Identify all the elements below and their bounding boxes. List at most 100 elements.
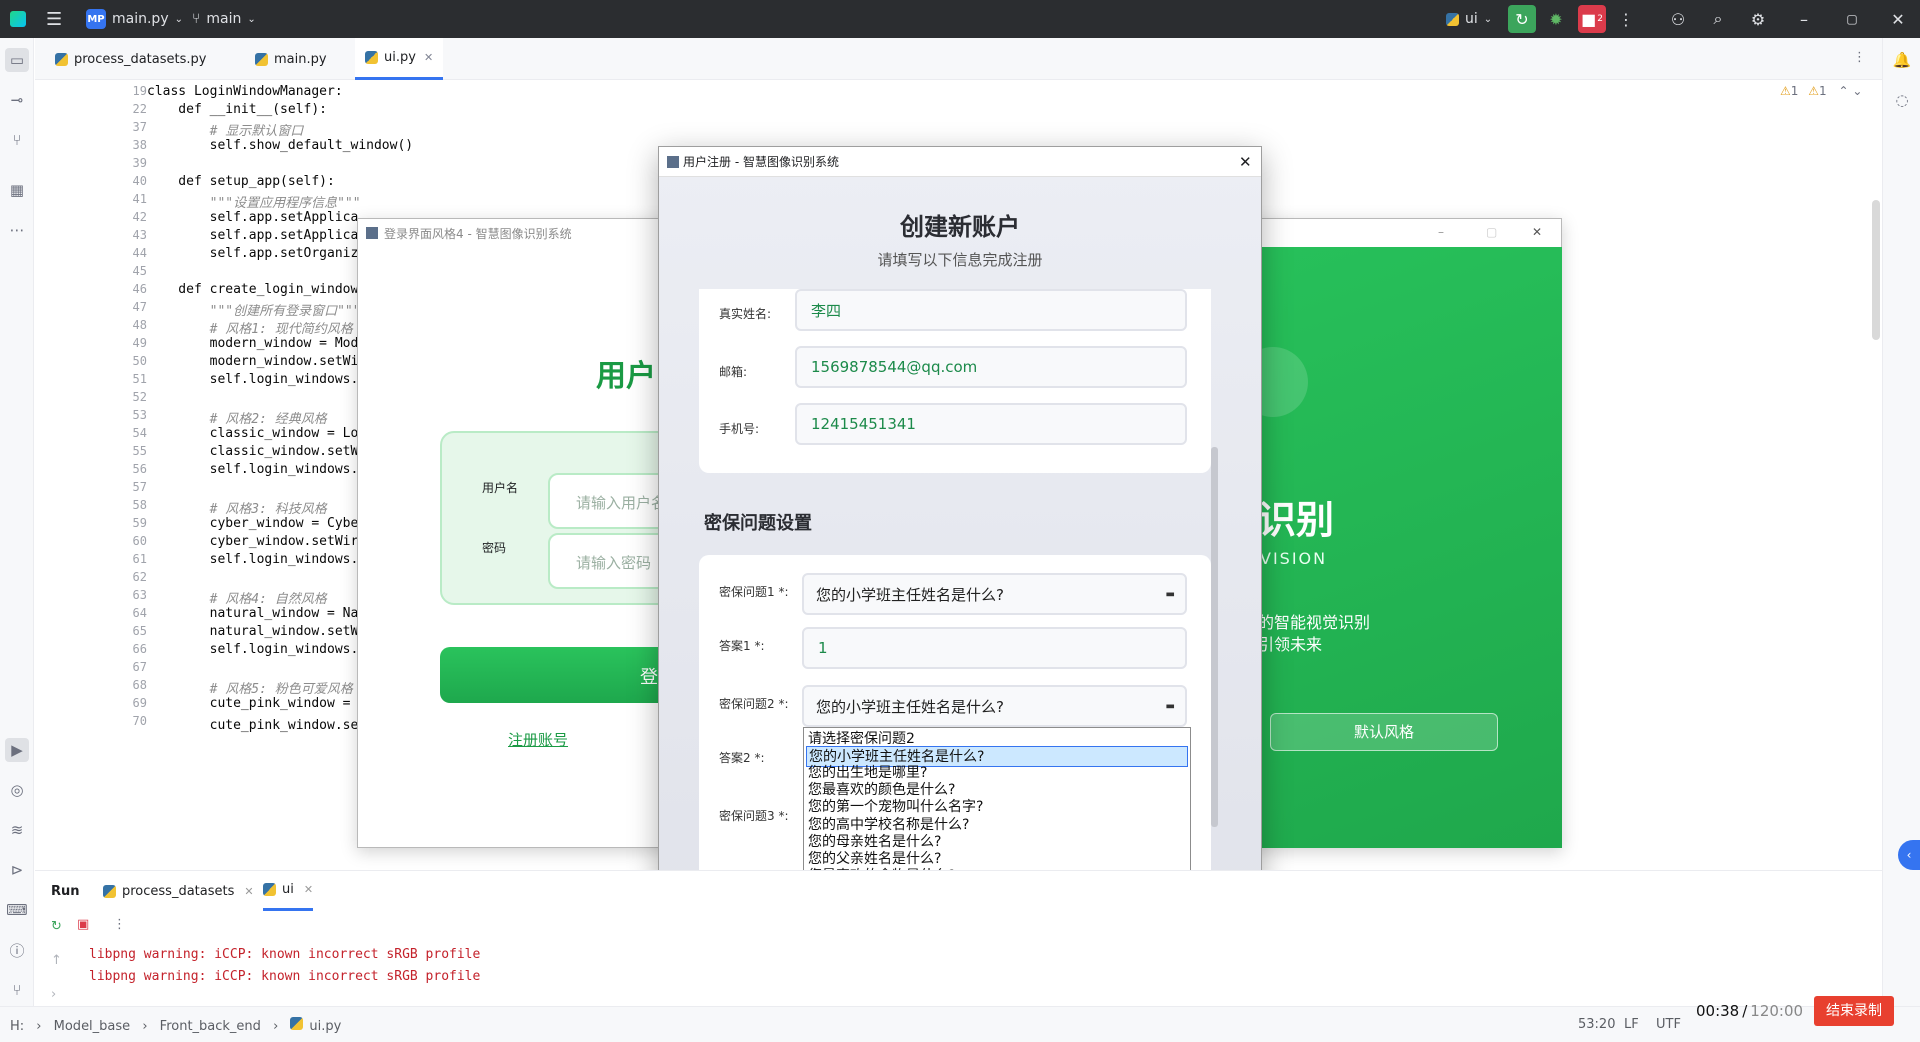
notifications-icon[interactable]: 🔔: [1890, 48, 1914, 72]
line-separator[interactable]: LF: [1624, 1017, 1639, 1032]
line-number: 40: [132, 174, 147, 188]
q2-select[interactable]: 您的小学班主任姓名是什么? ▬: [802, 685, 1187, 727]
maximize-icon[interactable]: ▢: [1486, 225, 1497, 239]
services-icon[interactable]: ⊳: [5, 858, 29, 882]
python-file-icon: [365, 51, 378, 64]
line-number: 67: [132, 660, 147, 674]
code-line: cyber_window.setWir: [147, 534, 359, 549]
close-icon[interactable]: ✕: [1532, 225, 1542, 239]
line-number: 19: [132, 84, 147, 98]
tab-process-datasets[interactable]: process_datasets.py: [45, 38, 216, 80]
register-link[interactable]: 注册账号: [508, 729, 568, 750]
a1-label: 答案1 *:: [719, 639, 765, 653]
rerun-icon[interactable]: ↻: [51, 919, 62, 934]
breadcrumb-file[interactable]: ui.py: [309, 1019, 341, 1034]
username-label: 用户名: [482, 481, 519, 495]
default-style-button[interactable]: 默认风格: [1270, 713, 1498, 751]
recording-timer: 00:38 / 120:00: [1696, 998, 1803, 1024]
left-tool-strip: ▭ ⊸ ⑂ ▦ ⋯ ▶ ◎ ≋ ⊳ ⌨ ⓘ ⑂: [0, 38, 34, 1006]
code-line: self.login_windows.: [147, 642, 359, 657]
password-label: 密码: [482, 541, 507, 555]
q1-label: 密保问题1 *:: [719, 585, 789, 599]
more-icon[interactable]: ⋮: [1612, 5, 1640, 33]
run-tab-process-datasets[interactable]: process_datasets ✕: [103, 871, 254, 911]
stop-icon[interactable]: ■ 2: [1578, 5, 1606, 33]
git-icon[interactable]: ⑂: [5, 978, 29, 1002]
terminal-icon[interactable]: ⌨: [5, 898, 29, 922]
editor-scrollbar[interactable]: [1872, 200, 1880, 340]
email-input[interactable]: 1569878544@qq.com: [795, 346, 1187, 388]
close-tab-icon[interactable]: ✕: [244, 885, 253, 898]
python-console-icon[interactable]: ◎: [5, 778, 29, 802]
rerun-icon[interactable]: ↻: [1508, 5, 1536, 33]
python-file-icon: [290, 1017, 304, 1030]
more-tools-icon[interactable]: ⋯: [5, 218, 29, 242]
stop-icon[interactable]: ▣: [77, 917, 89, 932]
code-line: self.login_windows.: [147, 372, 359, 387]
code-line: self.show_default_window(): [147, 138, 414, 153]
settings-icon[interactable]: ⚙: [1744, 5, 1772, 33]
ai-assistant-icon[interactable]: ◌: [1890, 88, 1914, 112]
line-number: 49: [132, 336, 147, 350]
hamburger-menu-icon[interactable]: ☰: [46, 0, 62, 38]
dialog-scrollbar[interactable]: [1211, 447, 1218, 827]
minimize-icon[interactable]: –: [1438, 225, 1444, 239]
phone-input[interactable]: 12415451341: [795, 403, 1187, 445]
debug-icon[interactable]: ✹: [1542, 5, 1570, 33]
tab-ui[interactable]: ui.py ✕: [355, 38, 444, 80]
line-gutter: 19 22 37 38 39 40 41 42 43 44 45 46 47 48 49 50 51 52 53 54…: [35, 80, 147, 870]
tab-label: ui.py: [384, 50, 416, 65]
line-number: 68: [132, 678, 147, 692]
code-line: def setup_app(self):: [147, 174, 335, 189]
q1-select[interactable]: 您的小学班主任姓名是什么? ▬: [802, 573, 1187, 615]
a1-input[interactable]: 1: [802, 627, 1187, 669]
run-config-selector[interactable]: ui ⌄: [1446, 0, 1492, 38]
run-tab-ui[interactable]: ui ✕: [263, 871, 314, 911]
code-line: self.login_windows.: [147, 552, 359, 567]
close-tab-icon[interactable]: ✕: [424, 51, 433, 64]
status-bar: H: › Model_base › Front_back_end › ui.py…: [0, 1006, 1920, 1042]
breadcrumb-folder[interactable]: Model_base: [54, 1019, 131, 1034]
structure-icon[interactable]: ▦: [5, 178, 29, 202]
stop-recording-button[interactable]: 结束录制: [1814, 996, 1894, 1026]
breadcrumb-folder[interactable]: Front_back_end: [160, 1019, 261, 1034]
maximize-icon[interactable]: ▢: [1838, 5, 1866, 33]
more-icon[interactable]: ⋮: [113, 917, 126, 932]
minimize-icon[interactable]: –: [1790, 5, 1818, 33]
run-tool-icon[interactable]: ▶: [5, 738, 29, 762]
name-input[interactable]: 李四: [795, 289, 1187, 331]
code-line: modern_window.setWi: [147, 354, 359, 369]
file-encoding[interactable]: UTF: [1656, 1017, 1681, 1032]
pull-request-icon[interactable]: ⑂: [5, 128, 29, 152]
python-icon: [103, 884, 116, 898]
expand-icon[interactable]: ›: [51, 987, 56, 1002]
line-number: 63: [132, 588, 147, 602]
project-icon[interactable]: ▭: [5, 48, 29, 72]
branch-widget[interactable]: ⑂ main ⌄: [192, 0, 256, 38]
inspection-widget[interactable]: ⚠1 ⚠1 ⌃ ⌄: [1780, 84, 1862, 98]
line-number: 61: [132, 552, 147, 566]
project-widget[interactable]: MP main.py ⌄: [86, 0, 183, 38]
run-panel: Run process_datasets ✕ ui ✕ ↻ ▣ ⋮ ↑ › libp…: [35, 870, 1882, 1006]
timer-separator: /: [1742, 1002, 1748, 1020]
close-tab-icon[interactable]: ✕: [304, 883, 313, 896]
login-heading: 用户: [596, 359, 656, 394]
tab-actions-icon[interactable]: ⋮: [1853, 50, 1866, 65]
layers-icon[interactable]: ≋: [5, 818, 29, 842]
console-line: libpng warning: iCCP: known incorrect sR…: [89, 969, 481, 984]
tab-main[interactable]: main.py: [245, 38, 337, 80]
app-logo-icon[interactable]: [10, 0, 26, 38]
close-icon[interactable]: ✕: [1239, 153, 1252, 171]
scroll-up-icon[interactable]: ↑: [51, 953, 62, 968]
close-icon[interactable]: ✕: [1884, 5, 1912, 33]
commit-icon[interactable]: ⊸: [5, 88, 29, 112]
weak-warning-count: 1: [1819, 84, 1827, 98]
side-expand-icon[interactable]: ‹: [1898, 840, 1920, 870]
caret-position[interactable]: 53:20: [1578, 1017, 1615, 1032]
search-icon[interactable]: ⌕: [1704, 5, 1732, 33]
line-number: 65: [132, 624, 147, 638]
breadcrumb-drive[interactable]: H:: [10, 1019, 24, 1034]
branch-icon: ⑂: [192, 11, 201, 27]
add-user-icon[interactable]: ⚇: [1664, 5, 1692, 33]
problems-icon[interactable]: ⓘ: [5, 938, 29, 962]
